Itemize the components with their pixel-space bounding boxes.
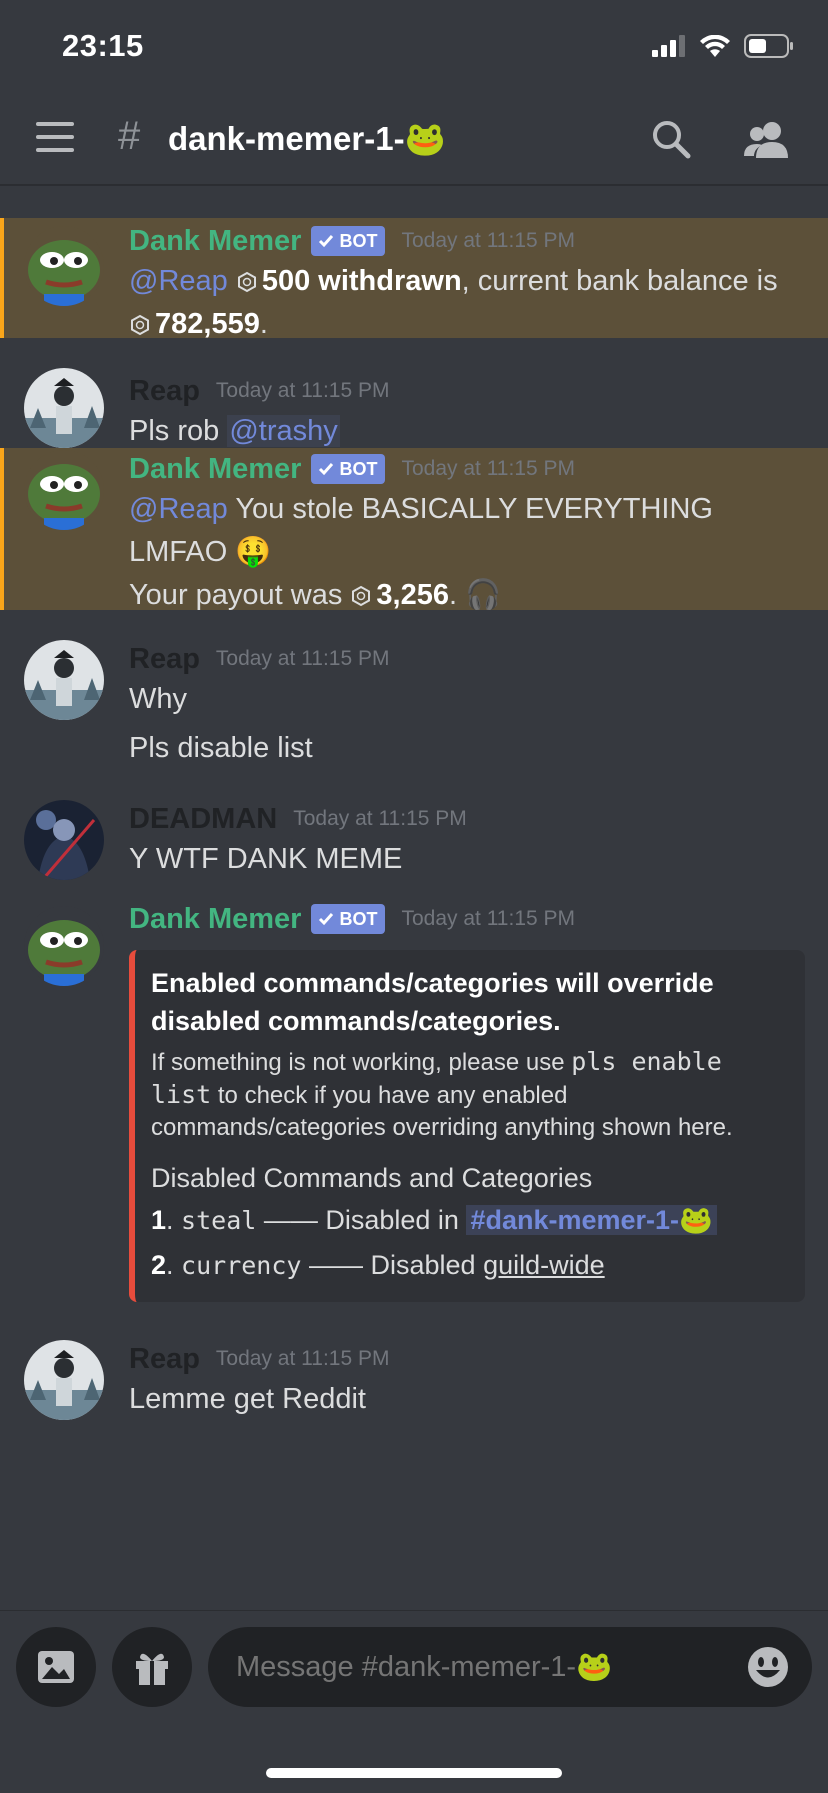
avatar-reap[interactable] xyxy=(24,368,104,448)
hamburger-menu-icon[interactable] xyxy=(36,122,76,158)
embed-list-item: 1. steal —— Disabled in #dank-memer-1-🐸 xyxy=(151,1198,789,1243)
author-name[interactable]: Reap xyxy=(129,643,200,676)
timestamp: Today at 11:15 PM xyxy=(401,907,576,930)
message-content: @Reap 500 withdrawn, current bank balanc… xyxy=(129,265,778,297)
message-highlighted[interactable]: Dank Memer BOT Today at 11:15 PM @Reap 5… xyxy=(0,218,828,340)
embed-list-item: 2. currency —— Disabled guild-wide xyxy=(151,1250,605,1280)
timestamp: Today at 11:15 PM xyxy=(215,647,390,670)
scope-label: guild-wide xyxy=(483,1250,605,1280)
battery-icon xyxy=(744,34,793,58)
user-mention[interactable]: @Reap xyxy=(129,493,228,525)
embed-card: Enabled commands/categories will overrid… xyxy=(129,950,805,1302)
user-mention[interactable]: @trashy xyxy=(227,415,340,447)
message[interactable]: Reap Today at 11:15 PM Why Pls disable l… xyxy=(0,610,828,780)
message-content: @Reap You stole BASICALLY EVERYTHING xyxy=(129,493,713,525)
message[interactable]: Reap Today at 11:15 PM Lemme get Reddit xyxy=(0,1310,828,1610)
coin-icon xyxy=(237,271,256,293)
timestamp: Today at 11:15 PM xyxy=(401,457,576,480)
wifi-icon xyxy=(700,35,730,57)
bot-tag: BOT xyxy=(311,454,386,484)
message[interactable]: Reap Today at 11:15 PM Pls rob @trashy xyxy=(0,338,828,448)
gift-icon xyxy=(136,1653,168,1685)
avatar-dank-memer[interactable] xyxy=(24,450,104,530)
signal-icon xyxy=(652,35,685,57)
members-icon[interactable] xyxy=(742,118,792,162)
message-content: Lemme get Reddit xyxy=(129,1383,366,1415)
message-content: Y WTF DANK MEME xyxy=(129,843,403,875)
command-name: steal xyxy=(181,1206,257,1235)
message-content-2: Pls disable list xyxy=(129,732,313,764)
attach-image-button[interactable] xyxy=(16,1627,96,1707)
message-embed[interactable]: Dank Memer BOT Today at 11:15 PM Enabled… xyxy=(0,890,828,1310)
status-icons xyxy=(652,34,794,58)
author-name[interactable]: Dank Memer xyxy=(129,903,301,936)
avatar-dank-memer[interactable] xyxy=(24,226,104,306)
payout-amount: 3,256 xyxy=(376,579,449,611)
search-icon[interactable] xyxy=(650,118,694,162)
channel-header: # dank-memer-1-🐸 xyxy=(0,96,828,185)
author-name[interactable]: Dank Memer xyxy=(129,225,301,258)
author-name[interactable]: DEADMAN xyxy=(129,803,277,836)
home-indicator[interactable] xyxy=(266,1768,562,1778)
message[interactable]: DEADMAN Today at 11:15 PM Y WTF DANK MEM… xyxy=(0,780,828,890)
bank-balance: 782,559 xyxy=(155,308,260,340)
user-mention[interactable]: @Reap xyxy=(129,265,228,297)
avatar-reap[interactable] xyxy=(24,1340,104,1420)
avatar-dank-memer[interactable] xyxy=(24,906,104,986)
author-name[interactable]: Dank Memer xyxy=(129,453,301,486)
timestamp: Today at 11:15 PM xyxy=(215,379,390,402)
message-input[interactable] xyxy=(208,1627,812,1707)
avatar-reap[interactable] xyxy=(24,640,104,720)
verified-check-icon xyxy=(319,463,334,476)
timestamp: Today at 11:15 PM xyxy=(401,229,576,252)
message-content: Why xyxy=(129,683,187,715)
emoji-icon[interactable] xyxy=(746,1645,790,1689)
verified-check-icon xyxy=(319,913,334,926)
message-content-2: LMFAO 🤑 xyxy=(129,536,272,568)
avatar-deadman[interactable] xyxy=(24,800,104,880)
embed-field-name: Disabled Commands and Categories xyxy=(151,1163,593,1193)
status-time: 23:15 xyxy=(62,28,144,63)
gift-button[interactable] xyxy=(112,1627,192,1707)
timestamp: Today at 11:15 PM xyxy=(215,1347,390,1370)
command-name: currency xyxy=(181,1251,302,1280)
author-name[interactable]: Reap xyxy=(129,1343,200,1376)
image-icon xyxy=(38,1651,74,1683)
withdraw-amount: 500 withdrawn xyxy=(261,265,462,297)
embed-description: If something is not working, please use … xyxy=(151,1047,733,1141)
channel-title: dank-memer-1-🐸 xyxy=(168,120,446,157)
channel-hash-icon: # xyxy=(118,114,141,158)
message-list[interactable]: Dank Memer BOT Today at 11:15 PM @Reap 5… xyxy=(0,184,828,1610)
bot-tag: BOT xyxy=(311,904,386,934)
status-bar: 23:15 xyxy=(0,0,828,96)
message-content: Pls rob @trashy xyxy=(129,415,340,447)
author-name[interactable]: Reap xyxy=(129,375,200,408)
bot-tag: BOT xyxy=(311,226,386,256)
timestamp: Today at 11:15 PM xyxy=(293,807,467,830)
coin-icon xyxy=(352,585,371,607)
message-composer xyxy=(0,1610,828,1793)
channel-mention[interactable]: #dank-memer-1-🐸 xyxy=(466,1205,717,1235)
verified-check-icon xyxy=(319,235,334,248)
coin-icon xyxy=(131,314,149,336)
embed-title: Enabled commands/categories will overrid… xyxy=(151,968,714,1036)
message-highlighted[interactable]: Dank Memer BOT Today at 11:15 PM @Reap Y… xyxy=(0,448,828,611)
